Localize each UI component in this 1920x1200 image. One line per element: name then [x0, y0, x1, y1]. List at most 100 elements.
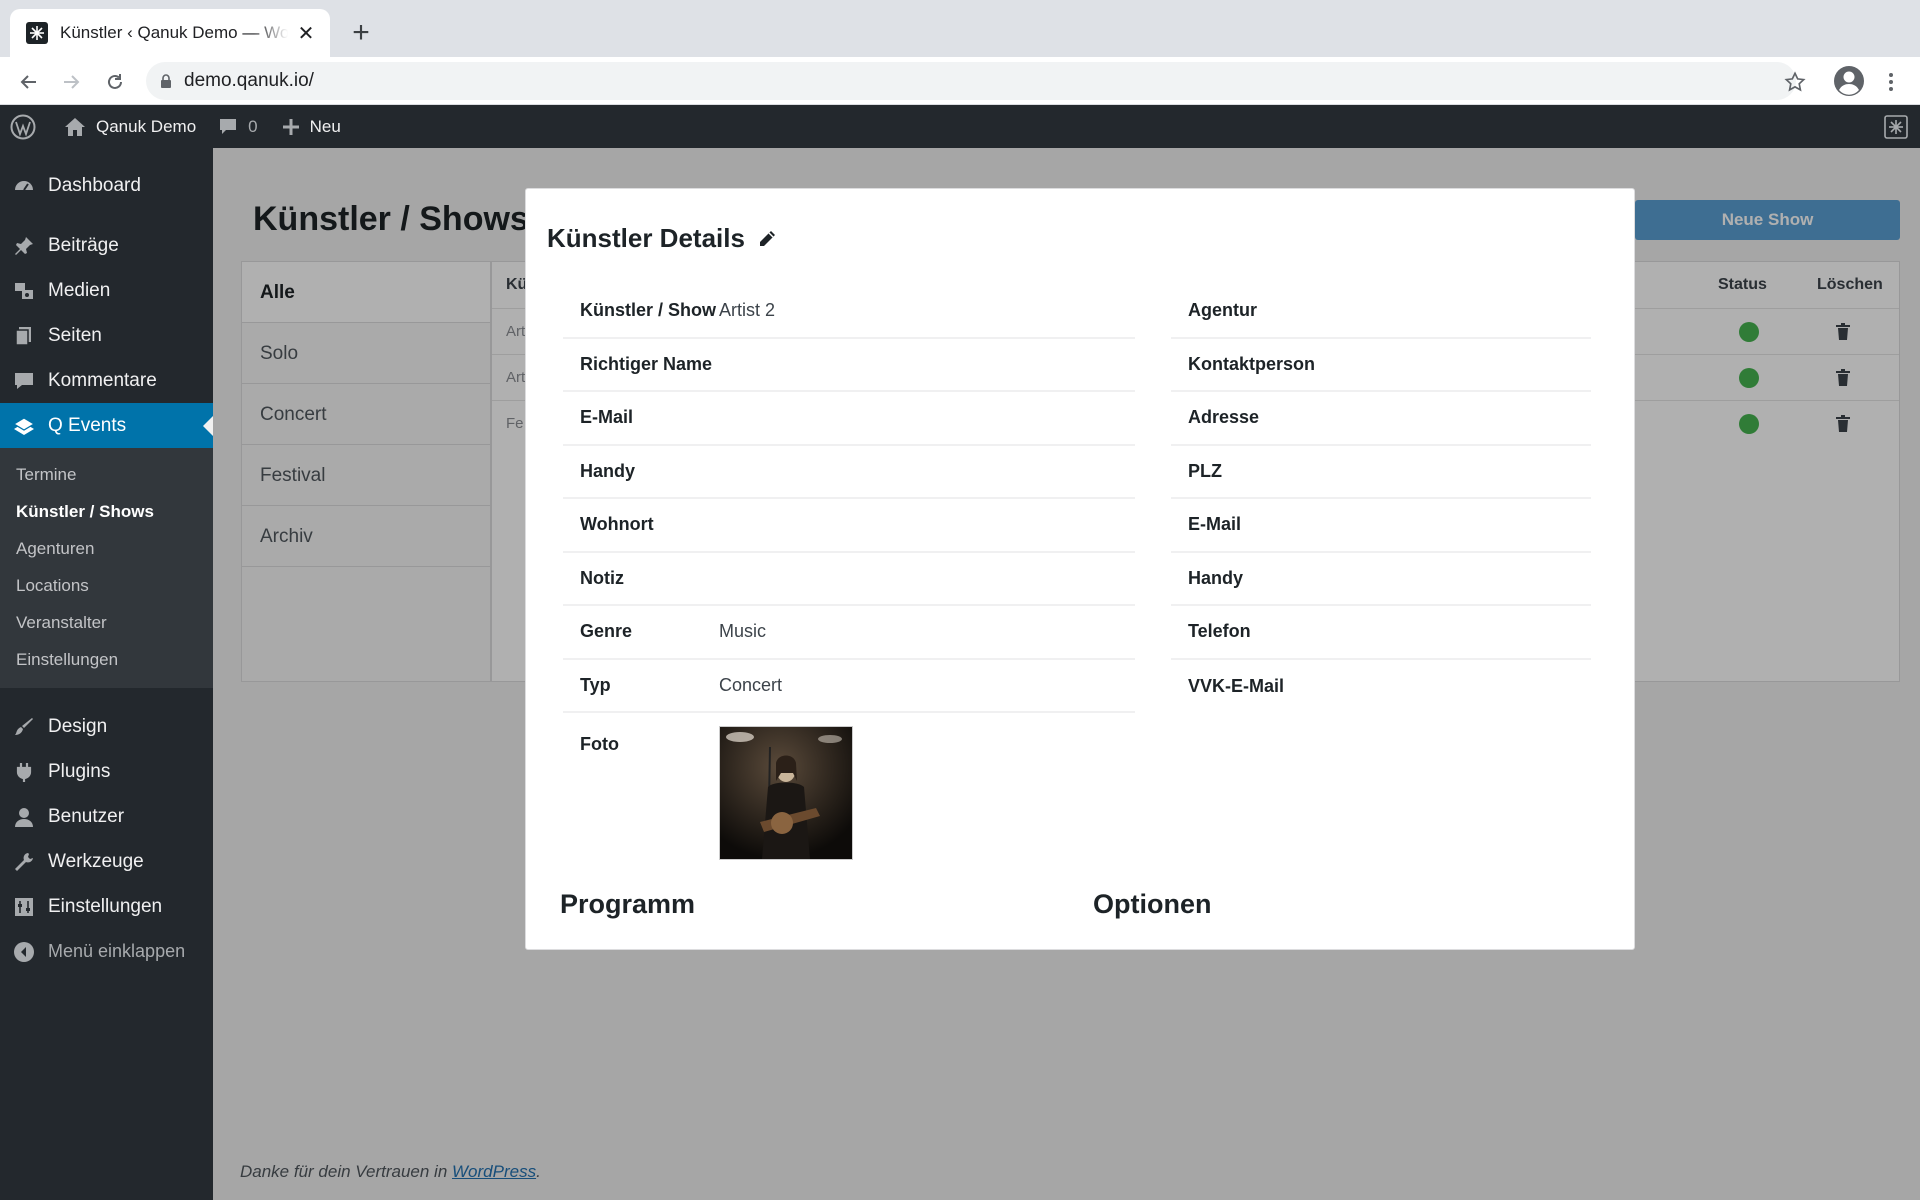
- sidebar-item-label: Benutzer: [48, 805, 125, 827]
- comment-icon: [12, 369, 36, 393]
- wordpress-logo-icon[interactable]: [0, 105, 46, 148]
- sidebar-item-label: Werkzeuge: [48, 850, 144, 872]
- q-events-submenu: Termine Künstler / Shows Agenturen Locat…: [0, 448, 213, 688]
- browser-menu-icon[interactable]: [1876, 67, 1906, 97]
- plugin-icon: [12, 760, 36, 784]
- edit-pencil-icon[interactable]: [757, 229, 777, 249]
- lock-icon: [160, 73, 172, 89]
- field-row: E-Mail: [1171, 499, 1591, 553]
- sidebar-item-plugins[interactable]: Plugins: [0, 749, 213, 794]
- field-row: Telefon: [1171, 606, 1591, 660]
- browser-tab[interactable]: Künstler ‹ Qanuk Demo — WordPress ✕: [10, 9, 330, 57]
- sidebar-item-q-events[interactable]: Q Events: [0, 403, 213, 448]
- modal-title: Künstler Details: [547, 223, 777, 254]
- submenu-item-locations[interactable]: Locations: [0, 567, 213, 604]
- browser-toolbar: demo.qanuk.io/: [0, 57, 1920, 105]
- field-label: VVK-E-Mail: [1188, 675, 1285, 696]
- field-label: Typ: [580, 674, 611, 695]
- collapse-menu-label: Menü einklappen: [48, 941, 186, 961]
- options-section-heading: Optionen: [1093, 889, 1212, 919]
- submenu-item-kuenstler-shows[interactable]: Künstler / Shows: [0, 493, 213, 530]
- field-label: PLZ: [1188, 460, 1222, 481]
- field-row: Typ Concert: [563, 660, 1135, 713]
- qanuk-plugin-icon[interactable]: [1884, 115, 1908, 139]
- new-content-link[interactable]: Neu: [268, 105, 351, 148]
- artist-details-modal: Künstler Details Künstler / Show Artist 2…: [525, 188, 1635, 950]
- field-label: Kontaktperson: [1188, 353, 1316, 374]
- submenu-item-agenturen[interactable]: Agenturen: [0, 530, 213, 567]
- field-row: Genre Music: [563, 606, 1135, 660]
- back-arrow-icon[interactable]: [14, 67, 44, 97]
- events-icon: [12, 414, 36, 438]
- field-label: Agentur: [1188, 300, 1257, 321]
- sidebar-item-label: Q Events: [48, 414, 127, 436]
- collapse-menu-button[interactable]: Menü einklappen: [0, 929, 213, 974]
- settings-icon: [12, 895, 36, 919]
- media-icon: [12, 279, 36, 303]
- field-row-photo: Foto: [563, 713, 1135, 863]
- field-row: Adresse: [1171, 392, 1591, 446]
- field-value[interactable]: Music: [719, 621, 766, 642]
- field-row: Notiz: [563, 553, 1135, 606]
- tab-close-icon[interactable]: ✕: [294, 21, 318, 46]
- field-row: VVK-E-Mail: [1171, 660, 1591, 714]
- comment-bubble-icon: [218, 117, 238, 137]
- tab-title: Künstler ‹ Qanuk Demo — WordPress: [60, 23, 288, 42]
- field-label: Richtiger Name: [580, 353, 713, 374]
- field-label: Telefon: [1188, 621, 1251, 642]
- sidebar-item-label: Plugins: [48, 760, 111, 782]
- sidebar-item-einstellungen[interactable]: Einstellungen: [0, 884, 213, 929]
- sidebar-item-kommentare[interactable]: Kommentare: [0, 358, 213, 403]
- field-row: Handy: [1171, 553, 1591, 606]
- field-value[interactable]: Concert: [719, 675, 782, 696]
- field-label: E-Mail: [580, 407, 634, 428]
- artist-photo[interactable]: [719, 726, 853, 860]
- new-tab-button[interactable]: +: [346, 16, 376, 50]
- submenu-item-einstellungen[interactable]: Einstellungen: [0, 641, 213, 678]
- address-bar[interactable]: demo.qanuk.io/: [146, 62, 1796, 100]
- collapse-arrow-icon: [12, 940, 36, 964]
- field-label: Genre: [580, 621, 633, 642]
- dashboard-icon: [12, 174, 36, 198]
- site-name: Qanuk Demo: [96, 116, 197, 136]
- field-label: Handy: [580, 460, 636, 481]
- wp-admin-bar: Qanuk Demo 0 Neu: [0, 105, 1920, 148]
- sidebar-item-werkzeuge[interactable]: Werkzeuge: [0, 839, 213, 884]
- field-row: PLZ: [1171, 446, 1591, 499]
- url-text: demo.qanuk.io/: [184, 70, 314, 91]
- field-label: Künstler / Show: [580, 300, 717, 321]
- field-label: E-Mail: [1188, 514, 1242, 535]
- admin-sidebar: Dashboard Beiträge Medien Seiten Komment…: [0, 148, 213, 1200]
- bookmark-star-icon[interactable]: [1780, 67, 1810, 97]
- comments-link[interactable]: 0: [206, 105, 267, 148]
- field-label: Adresse: [1188, 407, 1260, 428]
- brush-icon: [12, 715, 36, 739]
- pin-icon: [12, 234, 36, 258]
- submenu-item-veranstalter[interactable]: Veranstalter: [0, 604, 213, 641]
- reload-icon[interactable]: [100, 67, 130, 97]
- field-label: Notiz: [580, 567, 624, 588]
- pages-icon: [12, 324, 36, 348]
- field-row: Agentur: [1171, 285, 1591, 339]
- sidebar-item-label: Kommentare: [48, 369, 157, 391]
- sidebar-item-label: Design: [48, 715, 108, 737]
- sidebar-item-label: Medien: [48, 279, 111, 301]
- site-link[interactable]: Qanuk Demo: [46, 105, 206, 148]
- sidebar-item-beitraege[interactable]: Beiträge: [0, 223, 213, 268]
- sidebar-item-seiten[interactable]: Seiten: [0, 313, 213, 358]
- home-icon: [64, 117, 86, 137]
- field-value[interactable]: Artist 2: [719, 300, 775, 321]
- field-row: Richtiger Name: [563, 339, 1135, 392]
- forward-arrow-icon[interactable]: [56, 67, 86, 97]
- artist-fields: Künstler / Show Artist 2 Richtiger Name E…: [563, 285, 1135, 863]
- profile-avatar-icon[interactable]: [1832, 64, 1866, 98]
- sidebar-item-benutzer[interactable]: Benutzer: [0, 794, 213, 839]
- agency-fields: Agentur Kontaktperson Adresse PLZ E-Mail…: [1171, 285, 1591, 713]
- sidebar-item-dashboard[interactable]: Dashboard: [0, 163, 213, 208]
- submenu-item-termine[interactable]: Termine: [0, 456, 213, 493]
- field-label: Handy: [1188, 567, 1244, 588]
- sidebar-item-design[interactable]: Design: [0, 704, 213, 749]
- field-row: Kontaktperson: [1171, 339, 1591, 392]
- field-row: Künstler / Show Artist 2: [563, 285, 1135, 339]
- sidebar-item-medien[interactable]: Medien: [0, 268, 213, 313]
